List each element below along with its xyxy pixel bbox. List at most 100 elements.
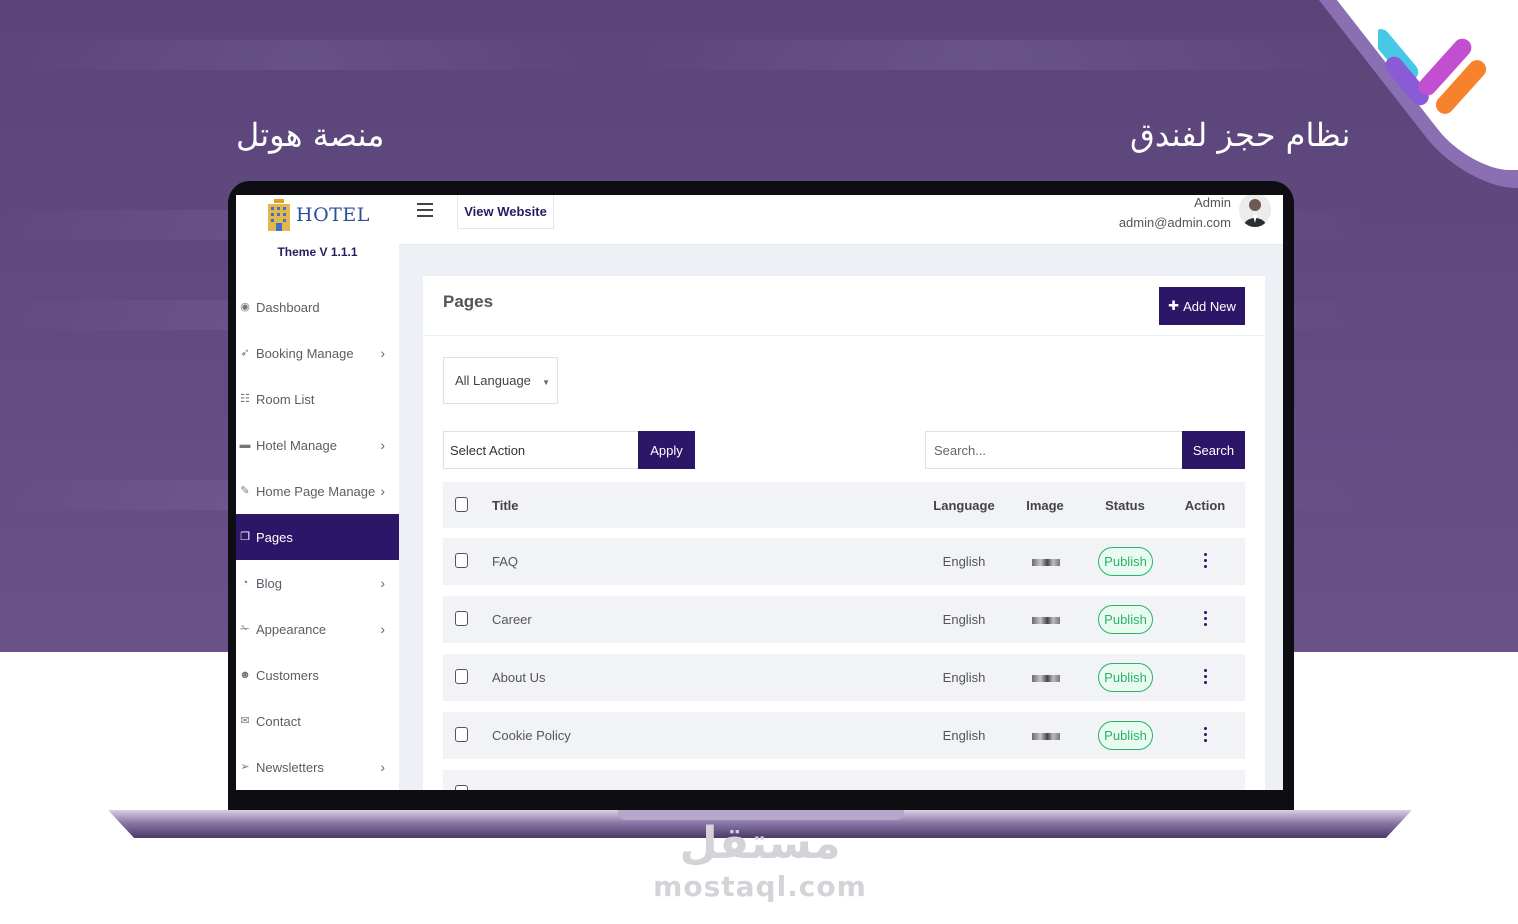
row-language: English: [942, 728, 986, 743]
sidebar-item-home-page-manage[interactable]: ✎ Home Page Manage ›: [236, 468, 399, 514]
row-thumbnail: [1032, 617, 1060, 624]
sidebar-nav: ◉ Dashboard ➶ Booking Manage › ☷ Room Li…: [236, 284, 399, 790]
users-icon: ☻: [239, 669, 251, 681]
sidebar-item-booking-manage[interactable]: ➶ Booking Manage ›: [236, 330, 399, 376]
row-thumbnail: [1032, 675, 1060, 682]
watermark: مستقل mostaql.com: [640, 818, 880, 903]
avatar[interactable]: [1239, 195, 1271, 227]
more-options-icon[interactable]: [1202, 727, 1208, 743]
row-thumbnail: [1032, 559, 1060, 566]
dashboard-icon: ◉: [240, 301, 250, 313]
theme-version: Theme V 1.1.1: [277, 245, 358, 259]
add-new-label: Add New: [1183, 298, 1236, 314]
envelope-icon: ✉: [240, 715, 250, 727]
row-checkbox[interactable]: [455, 553, 468, 568]
edit-icon: ✎: [240, 485, 250, 497]
admin-name: Admin: [1194, 195, 1231, 210]
background-stripe: [0, 40, 1518, 70]
table-row: Cookie Policy English Publish: [443, 712, 1245, 759]
language-filter-select[interactable]: All Language ▼: [443, 357, 558, 404]
sidebar-item-label: Pages: [256, 529, 293, 545]
search-input[interactable]: [925, 431, 1183, 469]
sidebar-item-dashboard[interactable]: ◉ Dashboard: [236, 284, 399, 330]
row-thumbnail: [1032, 733, 1060, 740]
table-row: FAQ English Publish: [443, 538, 1245, 585]
watermark-arabic: مستقل: [679, 818, 841, 869]
sidebar-item-contact[interactable]: ✉ Contact: [236, 698, 399, 744]
chevron-right-icon: ›: [380, 621, 385, 637]
sidebar-item-label: Dashboard: [256, 299, 320, 315]
row-checkbox[interactable]: [455, 785, 468, 790]
watermark-latin: mostaql.com: [653, 870, 867, 903]
sidebar-item-label: Customers: [256, 667, 319, 683]
page-title: Pages: [443, 292, 494, 311]
apply-button[interactable]: Apply: [638, 431, 695, 469]
language-filter-value: All Language: [455, 373, 531, 388]
list-icon: ☷: [240, 393, 250, 405]
more-options-icon[interactable]: [1202, 669, 1208, 685]
row-title: Career: [492, 612, 532, 627]
row-language: English: [942, 554, 986, 569]
sidebar-item-label: Room List: [256, 391, 315, 407]
row-title: Cookie Policy: [492, 728, 571, 743]
search-button[interactable]: Search: [1182, 431, 1245, 469]
chevron-right-icon: ›: [380, 345, 385, 361]
row-title: FAQ: [492, 554, 519, 569]
sidebar-item-label: Appearance: [256, 621, 327, 637]
select-all-checkbox[interactable]: [455, 497, 468, 512]
row-language: English: [942, 612, 986, 627]
admin-info[interactable]: Admin admin@admin.com: [1119, 195, 1231, 233]
status-badge: Publish: [1098, 721, 1153, 750]
chevron-right-icon: ›: [380, 437, 385, 453]
wrench-icon: ✁: [240, 623, 250, 635]
table-row: About Us English Publish: [443, 654, 1245, 701]
row-checkbox[interactable]: [455, 727, 468, 742]
row-checkbox[interactable]: [455, 669, 468, 684]
laptop-screen: HOTEL Theme V 1.1.1 ◉ Dashboard ➶ Bookin…: [236, 195, 1283, 790]
column-header-title: Title: [492, 498, 519, 513]
status-badge: Publish: [1098, 663, 1153, 692]
sidebar-item-label: Home Page Manage: [256, 483, 376, 499]
divider: [423, 335, 1265, 336]
rss-icon: ◔: [241, 577, 249, 589]
caption-left: منصة هوتل: [236, 116, 385, 154]
sidebar-item-label: Booking Manage: [256, 345, 354, 361]
table-row: Career English Publish: [443, 596, 1245, 643]
column-header-image: Image: [1026, 498, 1064, 513]
status-badge: Publish: [1098, 605, 1153, 634]
top-header: View Website Admin admin@admin.com: [399, 195, 1283, 245]
menu-toggle-icon[interactable]: [417, 203, 433, 217]
sidebar: HOTEL Theme V 1.1.1 ◉ Dashboard ➶ Bookin…: [236, 195, 399, 790]
sidebar-item-newsletters[interactable]: ➢ Newsletters ›: [236, 744, 399, 790]
sidebar-item-room-list[interactable]: ☷ Room List: [236, 376, 399, 422]
row-language: English: [942, 670, 986, 685]
caption-right: نظام حجز لفندق: [1130, 116, 1351, 154]
more-options-icon[interactable]: [1202, 553, 1208, 569]
table-row-partial: [443, 770, 1245, 790]
bulk-action-value: Select Action: [450, 442, 526, 458]
pages-table: Title Language Image Status Action FAQ E…: [443, 482, 1245, 790]
sidebar-item-appearance[interactable]: ✁ Appearance ›: [236, 606, 399, 652]
sidebar-item-blog[interactable]: ◔ Blog ›: [236, 560, 399, 606]
brand-name: HOTEL: [296, 204, 370, 226]
sidebar-item-label: Hotel Manage: [256, 437, 337, 453]
sidebar-item-pages[interactable]: ❐ Pages: [236, 514, 399, 560]
status-badge: Publish: [1098, 547, 1153, 576]
hotel-building-icon: [268, 199, 290, 231]
brand-logo-icon: [1378, 29, 1487, 114]
pages-panel: Pages ✚ Add New All Language ▼ Select Ac…: [423, 276, 1265, 790]
caret-down-icon: ▼: [542, 378, 550, 387]
chevron-right-icon: ›: [380, 575, 385, 591]
sidebar-item-hotel-manage[interactable]: ▬ Hotel Manage ›: [236, 422, 399, 468]
row-checkbox[interactable]: [455, 611, 468, 626]
view-website-button[interactable]: View Website: [457, 195, 554, 229]
add-new-button[interactable]: ✚ Add New: [1159, 287, 1245, 325]
sidebar-item-customers[interactable]: ☻ Customers: [236, 652, 399, 698]
bulk-action-select[interactable]: Select Action: [443, 431, 639, 469]
more-options-icon[interactable]: [1202, 611, 1208, 627]
column-header-language: Language: [933, 498, 995, 513]
brand[interactable]: HOTEL: [266, 199, 370, 231]
sidebar-item-label: Contact: [256, 713, 301, 729]
send-icon: ➢: [240, 761, 250, 773]
bed-icon: ▬: [239, 439, 251, 451]
